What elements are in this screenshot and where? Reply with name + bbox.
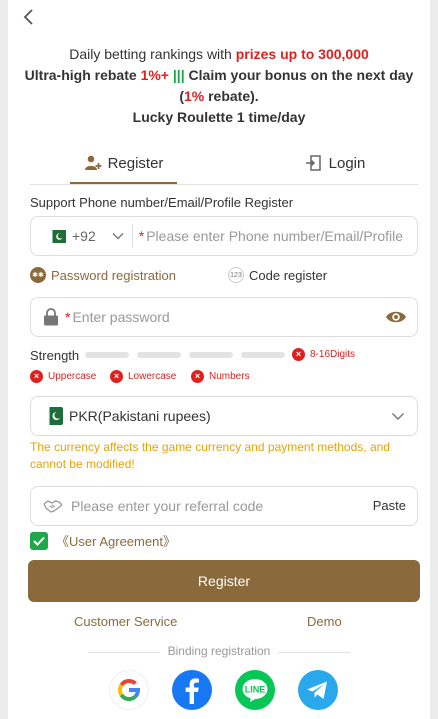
currency-select[interactable]: PKR(Pakistani rupees): [30, 396, 418, 436]
agreement-checkbox[interactable]: [30, 531, 48, 550]
line-login-button[interactable]: LINE: [235, 670, 275, 710]
required-mark: *: [138, 228, 145, 244]
country-code[interactable]: +92: [72, 228, 96, 244]
lock-icon: [44, 308, 58, 326]
error-icon: ×: [292, 348, 305, 361]
demo-link[interactable]: Demo: [307, 614, 342, 629]
facebook-icon: [185, 678, 199, 704]
paste-button[interactable]: Paste: [373, 498, 406, 513]
line-icon: LINE: [242, 679, 268, 702]
tab-register[interactable]: Register: [70, 144, 177, 184]
error-icon: ×: [30, 370, 43, 383]
divider: [131, 224, 133, 248]
required-mark: *: [65, 309, 71, 325]
auth-tabs: Register Login: [30, 144, 418, 185]
handshake-icon: [43, 500, 63, 513]
strength-label: Strength: [30, 348, 80, 363]
right-edge: [430, 0, 438, 719]
user-agreement-link[interactable]: 《User Agreement》: [56, 531, 176, 550]
chevron-down-icon[interactable]: [112, 232, 124, 240]
rule-digits: × 8-16Digits: [292, 348, 355, 361]
error-icon: ×: [110, 370, 123, 383]
facebook-login-button[interactable]: [172, 670, 212, 710]
error-icon: ×: [191, 370, 204, 383]
eye-icon[interactable]: [385, 307, 407, 327]
back-button[interactable]: [18, 6, 44, 28]
currency-value: PKR(Pakistani rupees): [69, 408, 211, 424]
referral-input[interactable]: Please enter your referral code: [71, 498, 263, 514]
divider: [278, 652, 350, 653]
tab-login[interactable]: Login: [280, 144, 390, 182]
telegram-icon: [307, 681, 327, 699]
binding-registration-header: Binding registration: [8, 644, 430, 658]
google-login-button[interactable]: [109, 670, 149, 710]
chevron-down-icon: [392, 413, 404, 420]
promo-line-3: (1% rebate).: [179, 88, 259, 104]
password-mode-icon: ✱✱: [30, 267, 46, 283]
google-icon: [109, 670, 149, 710]
promo-line-2: Ultra-high rebate 1%+ ||| Claim your bon…: [24, 67, 414, 83]
checkmark-icon: [33, 536, 45, 546]
rule-numbers: × Numbers: [191, 370, 250, 383]
code-register-option[interactable]: 123 Code register: [228, 267, 327, 283]
agreement-row: 《User Agreement》: [30, 531, 176, 550]
password-registration-option[interactable]: ✱✱ Password registration: [30, 267, 176, 283]
support-label: Support Phone number/Email/Profile Regis…: [30, 195, 294, 210]
customer-service-link[interactable]: Customer Service: [74, 614, 177, 629]
svg-text:LINE: LINE: [245, 685, 266, 695]
rule-uppercase: × Uppercase: [30, 370, 96, 383]
left-edge: [0, 0, 8, 719]
strength-bar: [189, 352, 233, 358]
strength-bar: [85, 352, 129, 358]
pakistan-flag-icon: [45, 407, 63, 425]
currency-note: The currency affects the game currency a…: [30, 440, 390, 471]
rule-lowercase: × Lowercase: [110, 370, 176, 383]
divider: [88, 652, 160, 653]
promo-banner: Daily betting rankings with prizes up to…: [8, 44, 430, 128]
strength-bar: [137, 352, 181, 358]
phone-input[interactable]: Please enter Phone number/Email/Profile: [146, 228, 403, 244]
register-page: Daily betting rankings with prizes up to…: [8, 0, 430, 719]
promo-line-1: Daily betting rankings with prizes up to…: [69, 46, 369, 62]
login-icon: [305, 155, 321, 171]
referral-field[interactable]: Please enter your referral code Paste: [30, 486, 418, 526]
promo-line-4: Lucky Roulette 1 time/day: [132, 109, 306, 125]
telegram-login-button[interactable]: [298, 670, 338, 710]
pakistan-flag-icon: [48, 229, 66, 243]
code-mode-icon: 123: [228, 267, 244, 283]
chevron-left-icon: [23, 9, 33, 25]
register-button[interactable]: Register: [28, 560, 420, 602]
phone-field[interactable]: +92 * Please enter Phone number/Email/Pr…: [30, 216, 418, 256]
add-user-icon: [84, 155, 102, 170]
strength-bar: [241, 352, 285, 358]
password-field[interactable]: * Enter password: [30, 297, 418, 337]
password-input[interactable]: Enter password: [72, 309, 169, 325]
